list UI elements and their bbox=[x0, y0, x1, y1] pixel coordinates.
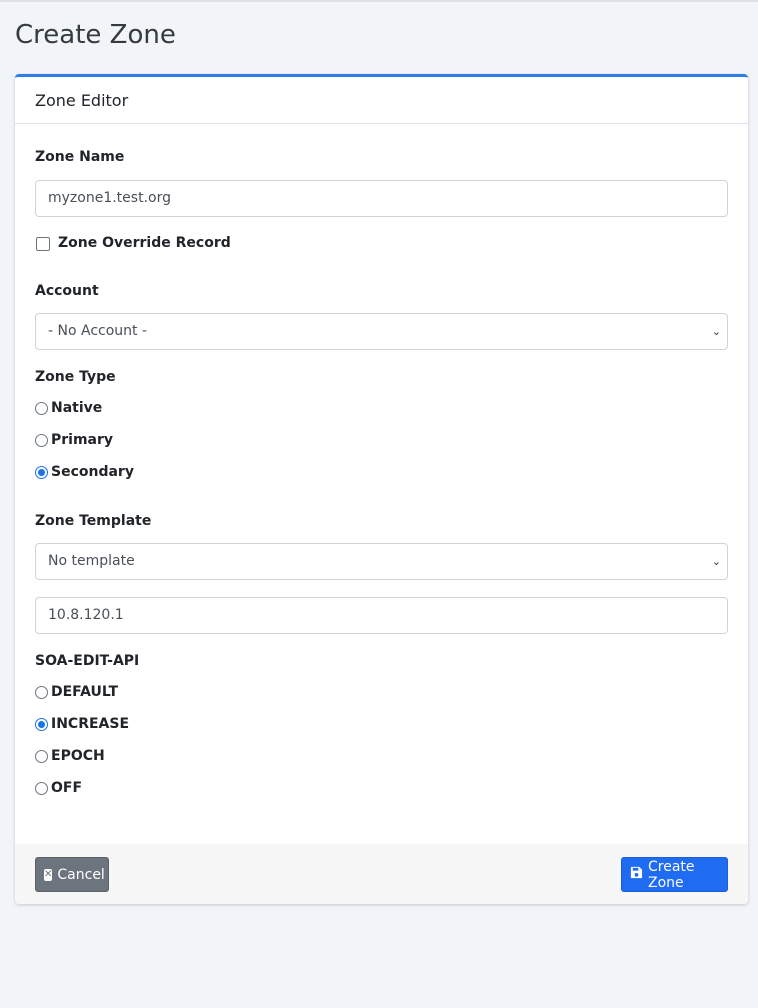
close-icon: ✕ bbox=[44, 868, 53, 881]
zone-name-label: Zone Name bbox=[35, 149, 125, 165]
account-select[interactable]: - No Account - ⌄ bbox=[35, 313, 728, 350]
card-header: Zone Editor bbox=[15, 77, 748, 124]
account-selected-value: - No Account - bbox=[48, 323, 148, 339]
radio-label-native: Native bbox=[51, 400, 103, 416]
radio-label-off: OFF bbox=[51, 780, 83, 796]
radio-off[interactable] bbox=[35, 781, 48, 795]
create-zone-button-label: Create Zone bbox=[648, 858, 695, 891]
radio-secondary[interactable] bbox=[35, 465, 48, 479]
zone-type-native[interactable]: Native bbox=[35, 398, 102, 418]
zone-type-primary[interactable]: Primary bbox=[35, 430, 113, 450]
account-label: Account bbox=[35, 283, 99, 299]
chevron-down-icon: ⌄ bbox=[711, 325, 721, 338]
top-border bbox=[0, 0, 758, 2]
zone-override-label: Zone Override Record bbox=[58, 235, 231, 251]
zone-template-select[interactable]: No template ⌄ bbox=[35, 543, 728, 580]
radio-epoch[interactable] bbox=[35, 749, 48, 763]
cancel-button-label: Cancel bbox=[57, 866, 105, 883]
soa-default[interactable]: DEFAULT bbox=[35, 682, 118, 702]
zone-override-checkbox[interactable] bbox=[36, 237, 50, 251]
radio-increase[interactable] bbox=[35, 717, 48, 731]
chevron-down-icon: ⌄ bbox=[711, 555, 721, 568]
zone-template-selected-value: No template bbox=[48, 553, 135, 569]
radio-label-default: DEFAULT bbox=[51, 684, 119, 700]
radio-label-epoch: EPOCH bbox=[51, 748, 105, 764]
soa-off[interactable]: OFF bbox=[35, 778, 82, 798]
page-title: Create Zone bbox=[15, 20, 176, 50]
soa-epoch[interactable]: EPOCH bbox=[35, 746, 105, 766]
zone-name-input[interactable]: myzone1.test.org bbox=[35, 180, 728, 217]
radio-default[interactable] bbox=[35, 685, 48, 699]
cancel-button[interactable]: ✕ Cancel bbox=[35, 857, 109, 892]
radio-label-increase: INCREASE bbox=[51, 716, 130, 732]
radio-label-primary: Primary bbox=[51, 432, 114, 448]
radio-label-secondary: Secondary bbox=[51, 464, 134, 480]
zone-editor-card: Zone Editor Zone Name myzone1.test.org Z… bbox=[15, 74, 748, 904]
save-icon bbox=[630, 866, 643, 883]
zone-type-secondary[interactable]: Secondary bbox=[35, 462, 134, 482]
radio-primary[interactable] bbox=[35, 433, 48, 447]
soa-edit-api-label: SOA-EDIT-API bbox=[35, 653, 140, 669]
master-ip-input[interactable]: 10.8.120.1 bbox=[35, 597, 728, 634]
zone-type-label: Zone Type bbox=[35, 369, 116, 385]
radio-native[interactable] bbox=[35, 401, 48, 415]
zone-template-label: Zone Template bbox=[35, 513, 152, 529]
create-zone-button[interactable]: Create Zone bbox=[621, 857, 728, 892]
soa-increase[interactable]: INCREASE bbox=[35, 714, 129, 734]
card-footer: ✕ Cancel Create Zone bbox=[15, 844, 748, 904]
